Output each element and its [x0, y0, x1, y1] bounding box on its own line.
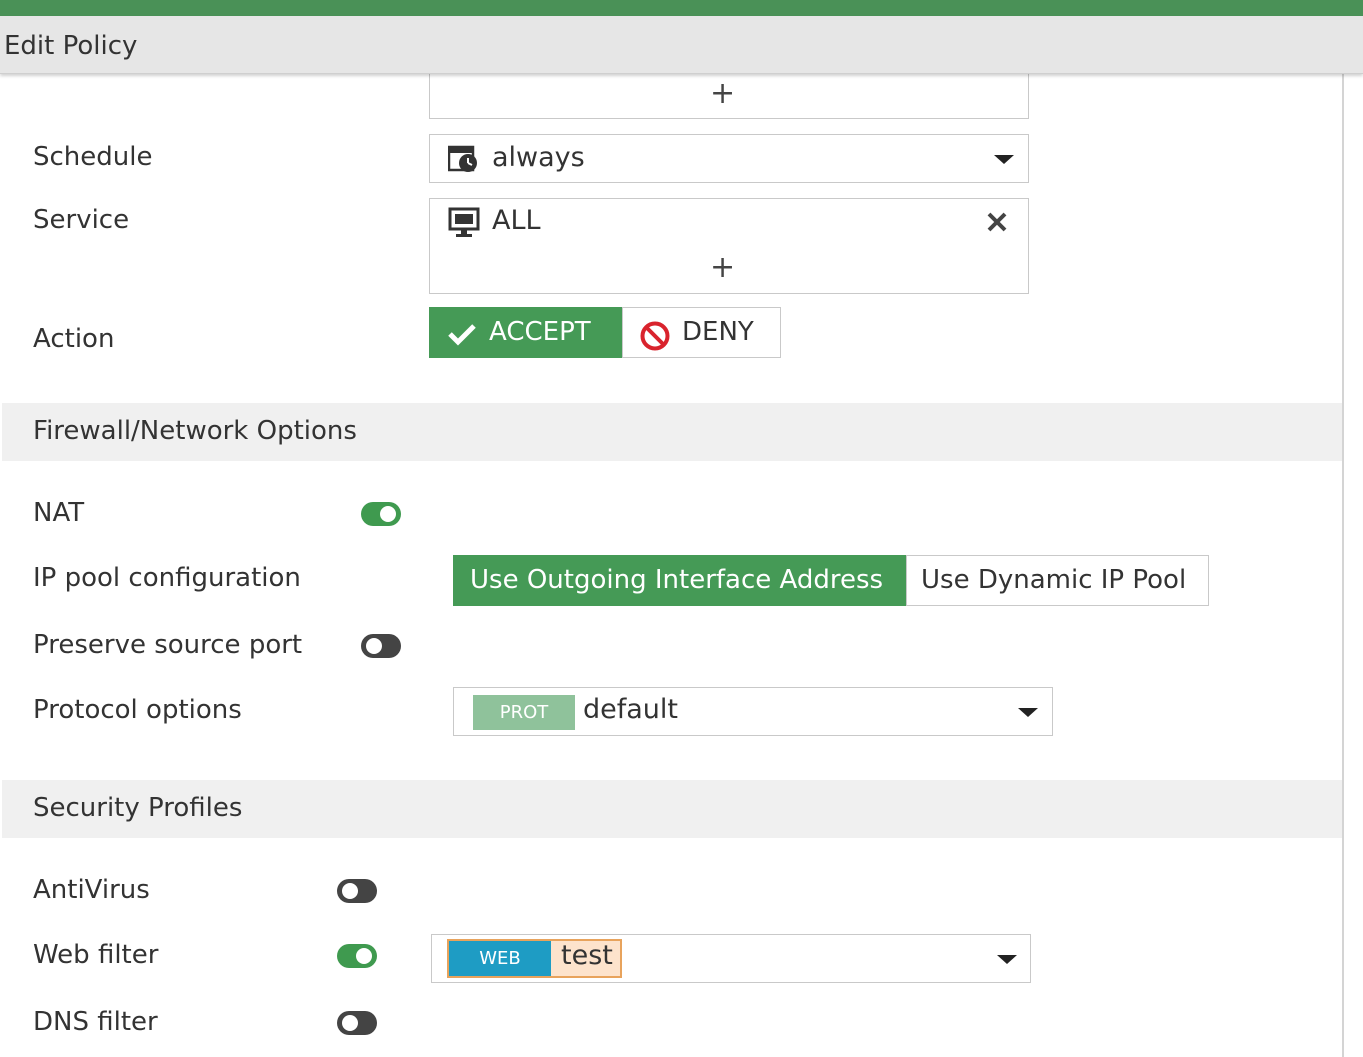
security-section-title: Security Profiles: [33, 793, 243, 823]
content-right-border: [1342, 74, 1344, 1057]
dialog-title-bar: Edit Policy: [0, 16, 1363, 74]
chevron-down-icon: [994, 155, 1014, 164]
action-label: Action: [33, 324, 115, 354]
schedule-value: always: [492, 142, 585, 173]
antivirus-toggle[interactable]: [337, 879, 377, 903]
protocol-value: default: [583, 694, 679, 725]
schedule-select[interactable]: always: [429, 134, 1029, 183]
accept-label: ACCEPT: [489, 317, 591, 347]
web-filter-toggle[interactable]: [337, 944, 377, 968]
add-entry-icon[interactable]: +: [710, 79, 735, 109]
schedule-label: Schedule: [33, 142, 153, 172]
web-filter-value: test: [561, 940, 613, 971]
nat-toggle[interactable]: [361, 502, 401, 526]
use-outgoing-interface-button[interactable]: Use Outgoing Interface Address: [453, 555, 907, 606]
add-service-icon[interactable]: +: [710, 253, 735, 283]
service-label: Service: [33, 205, 130, 235]
antivirus-label: AntiVirus: [33, 875, 150, 905]
service-value: ALL: [492, 205, 541, 236]
firewall-section-title: Firewall/Network Options: [33, 416, 357, 446]
deny-button[interactable]: DENY: [622, 307, 781, 358]
preserve-port-toggle[interactable]: [361, 634, 401, 658]
use-outgoing-interface-label: Use Outgoing Interface Address: [470, 565, 884, 595]
firewall-section-header: Firewall/Network Options: [2, 403, 1342, 461]
use-dynamic-ip-pool-button[interactable]: Use Dynamic IP Pool: [906, 555, 1209, 606]
accept-button[interactable]: ACCEPT: [429, 307, 623, 358]
preserve-port-label: Preserve source port: [33, 630, 303, 660]
protocol-options-select[interactable]: PROT default: [453, 687, 1053, 736]
deny-label: DENY: [682, 317, 754, 347]
web-filter-chip: WEB test: [447, 939, 622, 978]
remove-icon[interactable]: [986, 211, 1008, 233]
nat-label: NAT: [33, 498, 85, 528]
security-section-header: Security Profiles: [2, 780, 1342, 838]
use-dynamic-ip-pool-label: Use Dynamic IP Pool: [921, 565, 1187, 595]
dns-filter-label: DNS filter: [33, 1007, 158, 1037]
web-filter-select[interactable]: WEB test: [431, 934, 1031, 983]
top-accent-bar: [0, 0, 1363, 16]
chevron-down-icon: [1018, 708, 1038, 717]
protocol-options-label: Protocol options: [33, 695, 242, 725]
check-icon: [448, 324, 476, 346]
web-tag: WEB: [449, 941, 551, 976]
service-select[interactable]: ALL +: [429, 198, 1029, 294]
service-monitor-icon: [448, 207, 480, 237]
deny-icon: [640, 321, 670, 351]
prot-tag: PROT: [473, 695, 575, 730]
web-filter-label: Web filter: [33, 940, 159, 970]
schedule-clock-icon: [448, 145, 477, 172]
dns-filter-toggle[interactable]: [337, 1011, 377, 1035]
dialog-title: Edit Policy: [4, 31, 138, 61]
chevron-down-icon: [997, 955, 1017, 964]
ip-pool-label: IP pool configuration: [33, 563, 301, 593]
